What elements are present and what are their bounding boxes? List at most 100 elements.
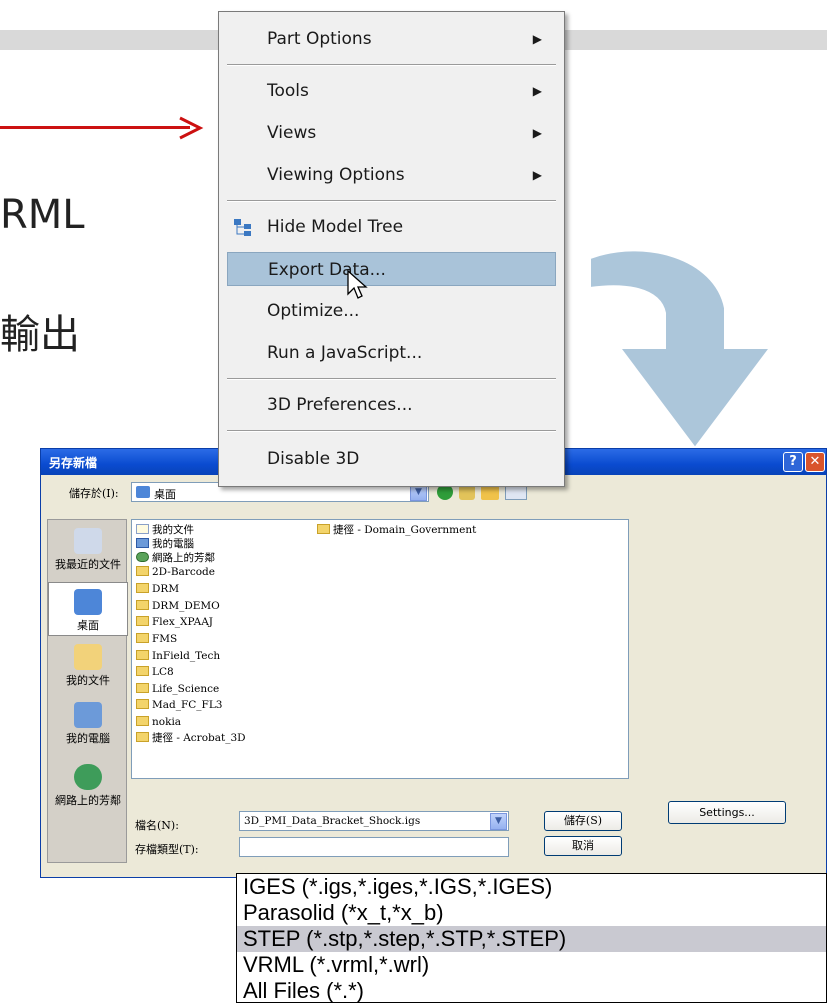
file-name: Mad_FC_FL3 (152, 699, 223, 711)
file-name: Flex_XPAAJ (152, 616, 213, 628)
shortcut-folder-icon (136, 732, 149, 742)
menu-item-part-options[interactable]: Part Options ▶ (227, 22, 556, 56)
menu-item-label: Hide Model Tree (267, 217, 404, 237)
list-item[interactable]: Life_Science (136, 682, 219, 697)
menu-item-label: Tools (267, 81, 309, 101)
place-desktop[interactable]: 桌面 (48, 582, 128, 636)
list-item[interactable]: LC8 (136, 665, 174, 680)
menu-separator (227, 430, 556, 432)
filetype-option-all-files[interactable]: All Files (*.*) (237, 978, 826, 1004)
list-item[interactable]: 我的電腦 (136, 537, 194, 552)
list-item[interactable]: InField_Tech (136, 649, 220, 664)
filetype-option-iges[interactable]: IGES (*.igs,*.iges,*.IGS,*.IGES) (237, 874, 826, 900)
menu-item-3d-preferences[interactable]: 3D Preferences... (227, 388, 556, 422)
list-item[interactable]: 捷徑 - Domain_Government (317, 523, 476, 538)
menu-item-export-data[interactable]: Export Data... (227, 252, 556, 286)
file-name: 我的文件 (152, 524, 194, 536)
filetype-option-vrml[interactable]: VRML (*.vrml,*.wrl) (237, 952, 826, 978)
menu-item-label: 3D Preferences... (267, 395, 413, 415)
file-name: 捷徑 - Acrobat_3D (152, 732, 246, 744)
red-pointer-arrow-line (0, 126, 190, 129)
cancel-button[interactable]: 取消 (544, 836, 622, 856)
menu-item-label: Optimize... (267, 301, 360, 321)
recent-documents-icon (74, 528, 102, 554)
network-globe-icon (74, 764, 102, 790)
list-item[interactable]: 網路上的芳鄰 (136, 551, 215, 566)
list-item[interactable]: 捷徑 - Acrobat_3D (136, 731, 246, 746)
menu-item-disable-3d[interactable]: Disable 3D (227, 442, 556, 476)
place-my-computer[interactable]: 我的電腦 (48, 702, 128, 746)
folder-icon (136, 566, 149, 576)
folder-icon (136, 524, 149, 534)
menu-separator (227, 378, 556, 380)
filename-input[interactable]: 3D_PMI_Data_Bracket_Shock.igs ▼ (239, 811, 509, 831)
list-item[interactable]: nokia (136, 715, 181, 730)
chevron-down-icon[interactable]: ▼ (490, 813, 507, 830)
my-computer-icon (74, 702, 102, 728)
save-in-value: 桌面 (154, 488, 176, 501)
list-item[interactable]: DRM_DEMO (136, 599, 220, 614)
list-item[interactable]: Mad_FC_FL3 (136, 698, 223, 713)
folder-icon (136, 583, 149, 593)
file-name: 2D-Barcode (152, 566, 215, 578)
submenu-arrow-icon: ▶ (532, 168, 542, 182)
help-button[interactable]: ? (783, 452, 803, 472)
list-item[interactable]: 2D-Barcode (136, 565, 215, 580)
filetype-dropdown-list: IGES (*.igs,*.iges,*.IGS,*.IGES) Parasol… (236, 873, 827, 1003)
submenu-arrow-icon: ▶ (532, 32, 542, 46)
place-label: 我的電腦 (66, 732, 110, 745)
file-name: DRM_DEMO (152, 600, 220, 612)
menu-item-label: Run a JavaScript... (267, 343, 423, 363)
desktop-icon (136, 486, 150, 498)
folder-icon (136, 716, 149, 726)
menu-separator (227, 64, 556, 66)
model-tree-icon (234, 219, 251, 236)
slide-text-vrml: RML (0, 192, 85, 238)
menu-item-label: Part Options (267, 29, 372, 49)
file-name: 網路上的芳鄰 (152, 552, 215, 564)
folder-icon (136, 666, 149, 676)
network-icon (136, 552, 149, 562)
list-item[interactable]: 我的文件 (136, 523, 194, 538)
context-menu: Part Options ▶ Tools ▶ Views ▶ Viewing O… (218, 11, 565, 487)
list-item[interactable]: Flex_XPAAJ (136, 615, 213, 630)
menu-item-label: Disable 3D (267, 449, 360, 469)
menu-item-viewing-options[interactable]: Viewing Options ▶ (227, 158, 556, 192)
place-my-documents[interactable]: 我的文件 (48, 644, 128, 688)
mouse-cursor-icon (347, 270, 368, 299)
menu-item-tools[interactable]: Tools ▶ (227, 74, 556, 108)
red-arrowhead-icon (179, 116, 204, 140)
desktop-icon (74, 589, 102, 615)
menu-item-run-javascript[interactable]: Run a JavaScript... (227, 336, 556, 370)
list-item[interactable]: FMS (136, 632, 177, 647)
big-down-arrow-icon (589, 249, 772, 450)
place-label: 我最近的文件 (55, 558, 121, 571)
filetype-option-parasolid[interactable]: Parasolid (*x_t,*x_b) (237, 900, 826, 926)
file-name: FMS (152, 633, 178, 645)
slide-text-output: 輸出 (0, 312, 80, 358)
settings-button[interactable]: Settings... (668, 801, 786, 824)
menu-item-optimize[interactable]: Optimize... (227, 294, 556, 328)
file-name: LC8 (152, 666, 174, 678)
file-name: Life_Science (152, 683, 220, 695)
save-button[interactable]: 儲存(S) (544, 811, 622, 831)
shortcut-folder-icon (317, 524, 330, 534)
filetype-select[interactable] (239, 837, 509, 857)
file-list[interactable]: 我的文件 我的電腦 網路上的芳鄰 2D-Barcode DRM DRM_DEMO… (131, 519, 629, 779)
submenu-arrow-icon: ▶ (532, 84, 542, 98)
menu-item-hide-model-tree[interactable]: Hide Model Tree (227, 210, 556, 244)
list-item[interactable]: DRM (136, 582, 179, 597)
file-name: 捷徑 - Domain_Government (333, 524, 477, 536)
place-recent[interactable]: 我最近的文件 (48, 528, 128, 572)
place-network[interactable]: 網路上的芳鄰 (48, 764, 128, 808)
filename-value: 3D_PMI_Data_Bracket_Shock.igs (244, 815, 421, 827)
menu-item-label: Viewing Options (267, 165, 405, 185)
place-label: 網路上的芳鄰 (55, 794, 121, 807)
filename-label: 檔名(N): (135, 819, 179, 832)
close-button[interactable]: ✕ (805, 452, 825, 472)
menu-item-views[interactable]: Views ▶ (227, 116, 556, 150)
place-label: 桌面 (77, 619, 99, 632)
dialog-title: 另存新檔 (49, 456, 98, 470)
filetype-option-step[interactable]: STEP (*.stp,*.step,*.STP,*.STEP) (237, 926, 826, 952)
place-label: 我的文件 (66, 674, 110, 687)
